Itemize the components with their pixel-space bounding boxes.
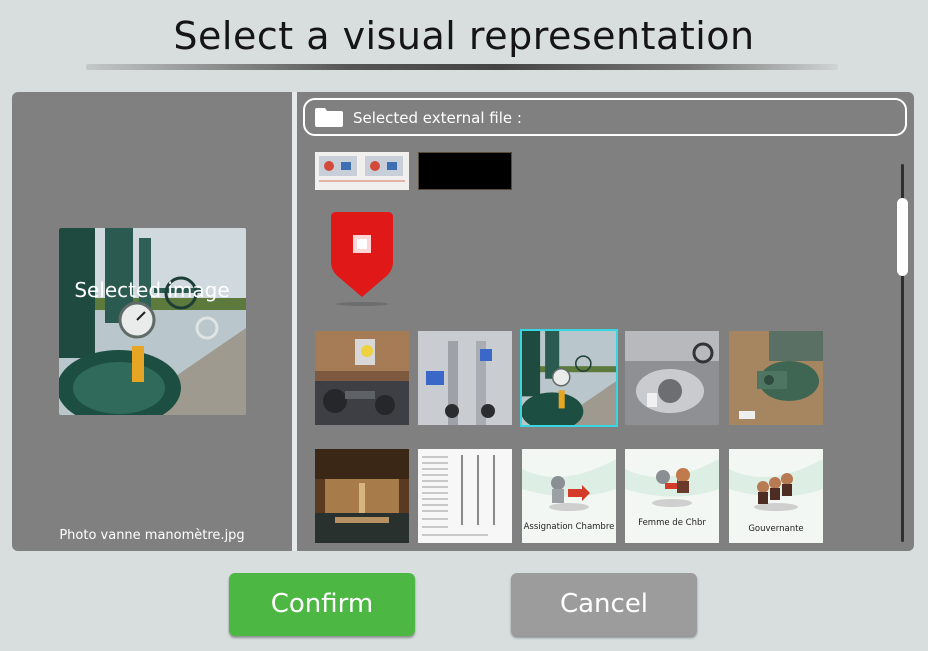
title-underline bbox=[86, 64, 838, 70]
thumb-pump-room[interactable] bbox=[315, 331, 409, 425]
thumb-assignation-chambre[interactable]: Assignation Chambre bbox=[522, 449, 616, 543]
thumb-document[interactable] bbox=[418, 449, 512, 543]
external-file-bar[interactable]: Selected external file : bbox=[303, 98, 907, 136]
thumb-red-pin[interactable] bbox=[315, 207, 409, 307]
external-file-label: Selected external file : bbox=[353, 109, 522, 127]
thumb-valve-manometer[interactable] bbox=[520, 329, 618, 427]
scrollbar-thumb[interactable] bbox=[897, 198, 908, 276]
thumb-green-valve[interactable] bbox=[729, 331, 823, 425]
selected-image-preview bbox=[59, 228, 246, 415]
assignation-caption: Assignation Chambre bbox=[524, 522, 615, 532]
thumb-pool[interactable] bbox=[315, 449, 409, 543]
thumb-gouvernante[interactable]: Gouvernante bbox=[729, 449, 823, 543]
folder-icon bbox=[315, 108, 343, 127]
thumb-diagram-strip[interactable] bbox=[315, 152, 409, 190]
thumb-black[interactable] bbox=[418, 152, 512, 190]
selected-image-filename: Photo vanne manomètre.jpg bbox=[59, 528, 245, 543]
confirm-button[interactable]: Confirm bbox=[229, 573, 415, 636]
dialog-title: Select a visual representation bbox=[173, 14, 755, 58]
gouvernante-caption: Gouvernante bbox=[748, 524, 803, 534]
thumb-chrome-valves[interactable] bbox=[418, 331, 512, 425]
thumb-femme-de-chbr[interactable]: Femme de Chbr bbox=[625, 449, 719, 543]
thumb-grey-valve[interactable] bbox=[625, 331, 719, 425]
selected-image-panel: Selected image Photo vanne manomètre.jpg bbox=[12, 92, 292, 551]
cancel-button[interactable]: Cancel bbox=[511, 573, 697, 636]
image-browser-panel: Selected external file : Assignation Cha… bbox=[297, 92, 914, 551]
femme-de-chbr-caption: Femme de Chbr bbox=[638, 518, 706, 528]
selected-image-label: Selected image bbox=[74, 278, 230, 302]
